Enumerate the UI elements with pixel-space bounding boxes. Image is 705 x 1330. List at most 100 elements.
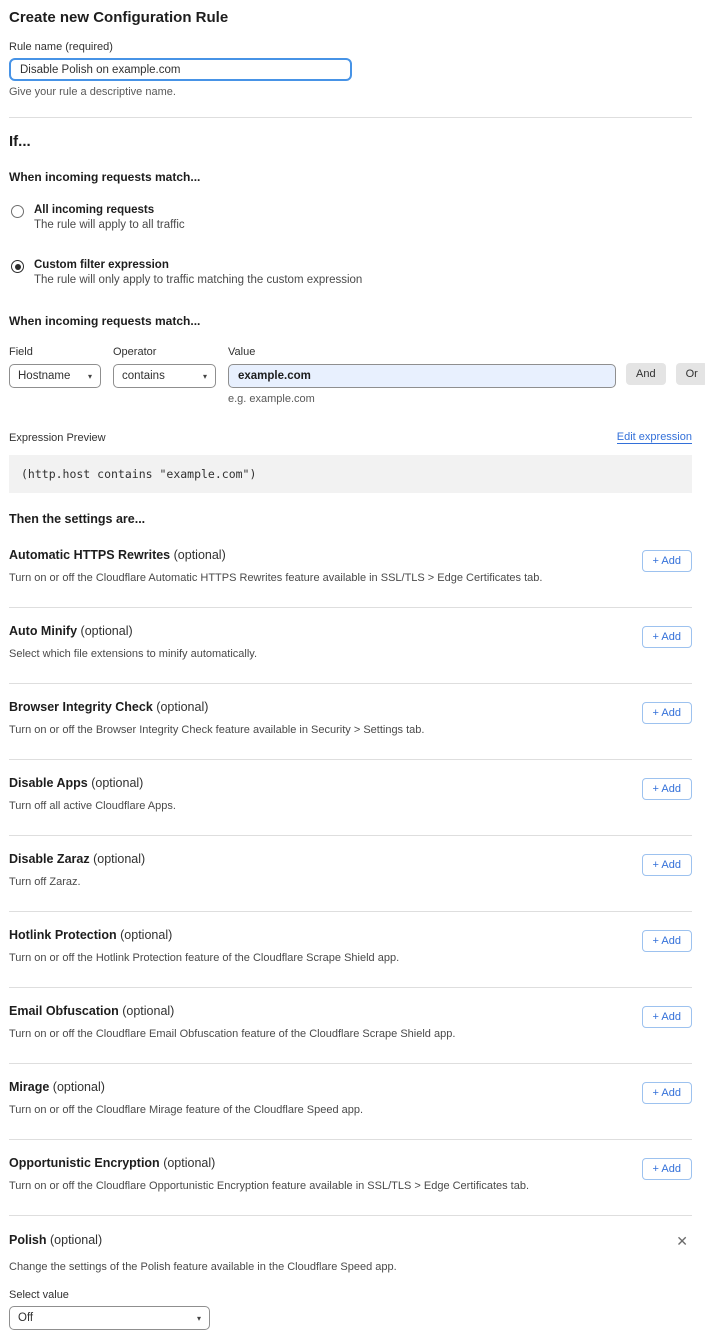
chevron-down-icon: ▾ <box>88 372 92 381</box>
add-button[interactable]: + Add <box>642 550 692 572</box>
add-button[interactable]: + Add <box>642 1006 692 1028</box>
select-value-label: Select value <box>9 1289 692 1301</box>
radio-custom-filter-expression[interactable]: Custom filter expression The rule will o… <box>9 259 692 286</box>
optional-tag: (optional) <box>81 624 133 638</box>
create-configuration-rule-form: Create new Configuration Rule Rule name … <box>0 0 705 1330</box>
radio-unchecked-icon[interactable] <box>11 205 24 218</box>
setting-title: Disable Zaraz (optional) <box>9 852 622 866</box>
operator-label: Operator <box>113 346 216 358</box>
chevron-down-icon: ▾ <box>197 1314 201 1323</box>
setting-description: Turn on or off the Browser Integrity Che… <box>9 724 622 736</box>
expression-builder-heading: When incoming requests match... <box>9 314 692 328</box>
setting-text: Opportunistic Encryption (optional) Turn… <box>9 1156 642 1192</box>
setting-row-browser-integrity-check: Browser Integrity Check (optional) Turn … <box>9 684 692 760</box>
expression-preview-code: (http.host contains "example.com") <box>9 455 692 493</box>
add-button[interactable]: + Add <box>642 702 692 724</box>
add-button[interactable]: + Add <box>642 626 692 648</box>
setting-name: Opportunistic Encryption <box>9 1156 160 1170</box>
setting-description: Turn off Zaraz. <box>9 876 622 888</box>
radio-label: All incoming requests <box>34 204 185 216</box>
optional-tag: (optional) <box>156 700 208 714</box>
operator-select[interactable]: contains ▾ <box>113 364 216 388</box>
setting-title: Disable Apps (optional) <box>9 776 622 790</box>
expression-code-text: (http.host contains "example.com") <box>21 467 256 481</box>
setting-row-auto-minify: Auto Minify (optional) Select which file… <box>9 608 692 684</box>
setting-name: Disable Zaraz <box>9 852 90 866</box>
setting-row-disable-apps: Disable Apps (optional) Turn off all act… <box>9 760 692 836</box>
value-column: Value e.g. example.com <box>228 346 616 405</box>
then-settings-heading: Then the settings are... <box>9 512 692 526</box>
setting-name: Browser Integrity Check <box>9 700 153 714</box>
field-select[interactable]: Hostname ▾ <box>9 364 101 388</box>
setting-text: Automatic HTTPS Rewrites (optional) Turn… <box>9 548 642 584</box>
polish-header: Polish (optional) ✕ <box>9 1233 692 1251</box>
expression-preview-label: Expression Preview <box>9 432 106 444</box>
value-label: Value <box>228 346 616 358</box>
field-select-value: Hostname <box>18 370 70 382</box>
rule-name-input[interactable] <box>9 58 352 81</box>
match-type-radio-group: All incoming requests The rule will appl… <box>9 204 692 286</box>
edit-expression-link[interactable]: Edit expression <box>617 431 692 444</box>
optional-tag: (optional) <box>93 852 145 866</box>
setting-name: Email Obfuscation <box>9 1004 119 1018</box>
setting-text: Browser Integrity Check (optional) Turn … <box>9 700 642 736</box>
setting-row-hotlink-protection: Hotlink Protection (optional) Turn on or… <box>9 912 692 988</box>
optional-tag: (optional) <box>120 928 172 942</box>
field-column: Field Hostname ▾ <box>9 346 101 388</box>
optional-tag: (optional) <box>50 1233 102 1247</box>
setting-description: Turn on or off the Cloudflare Email Obfu… <box>9 1028 622 1040</box>
setting-name: Automatic HTTPS Rewrites <box>9 548 170 562</box>
add-button[interactable]: + Add <box>642 1082 692 1104</box>
setting-row-disable-zaraz: Disable Zaraz (optional) Turn off Zaraz.… <box>9 836 692 912</box>
and-button[interactable]: And <box>626 363 666 385</box>
radio-checked-icon[interactable] <box>11 260 24 273</box>
expression-preview-header: Expression Preview Edit expression <box>9 431 692 444</box>
add-button[interactable]: + Add <box>642 778 692 800</box>
radio-description: The rule will only apply to traffic matc… <box>34 274 362 286</box>
polish-select-value: Off <box>18 1312 33 1324</box>
rule-name-help: Give your rule a descriptive name. <box>9 86 692 98</box>
optional-tag: (optional) <box>91 776 143 790</box>
setting-description: Turn off all active Cloudflare Apps. <box>9 800 622 812</box>
settings-list: Automatic HTTPS Rewrites (optional) Turn… <box>9 532 692 1216</box>
divider <box>9 117 692 118</box>
setting-title: Hotlink Protection (optional) <box>9 928 622 942</box>
or-button[interactable]: Or <box>676 363 705 385</box>
optional-tag: (optional) <box>174 548 226 562</box>
operator-select-value: contains <box>122 370 165 382</box>
setting-text: Disable Zaraz (optional) Turn off Zaraz. <box>9 852 642 888</box>
setting-title: Mirage (optional) <box>9 1080 622 1094</box>
setting-description: Change the settings of the Polish featur… <box>9 1261 692 1273</box>
chevron-down-icon: ▾ <box>203 372 207 381</box>
add-button[interactable]: + Add <box>642 1158 692 1180</box>
setting-title: Auto Minify (optional) <box>9 624 622 638</box>
value-input[interactable] <box>228 364 616 388</box>
radio-all-incoming-requests[interactable]: All incoming requests The rule will appl… <box>9 204 692 231</box>
setting-title: Opportunistic Encryption (optional) <box>9 1156 622 1170</box>
add-button[interactable]: + Add <box>642 854 692 876</box>
radio-description: The rule will apply to all traffic <box>34 219 185 231</box>
setting-text: Hotlink Protection (optional) Turn on or… <box>9 928 642 964</box>
setting-name: Hotlink Protection <box>9 928 117 942</box>
setting-description: Turn on or off the Cloudflare Automatic … <box>9 572 622 584</box>
optional-tag: (optional) <box>53 1080 105 1094</box>
if-heading: If... <box>9 133 692 150</box>
value-help: e.g. example.com <box>228 393 616 405</box>
setting-title: Automatic HTTPS Rewrites (optional) <box>9 548 622 562</box>
optional-tag: (optional) <box>163 1156 215 1170</box>
setting-row-automatic-https-rewrites: Automatic HTTPS Rewrites (optional) Turn… <box>9 532 692 608</box>
setting-text: Auto Minify (optional) Select which file… <box>9 624 642 660</box>
setting-title: Polish (optional) <box>9 1233 102 1247</box>
setting-name: Polish <box>9 1233 47 1247</box>
setting-name: Mirage <box>9 1080 49 1094</box>
setting-row-polish-expanded: Polish (optional) ✕ Change the settings … <box>9 1216 692 1330</box>
setting-text: Mirage (optional) Turn on or off the Clo… <box>9 1080 642 1116</box>
field-label: Field <box>9 346 101 358</box>
close-icon[interactable]: ✕ <box>672 1233 692 1251</box>
operator-column: Operator contains ▾ <box>113 346 216 388</box>
add-button[interactable]: + Add <box>642 930 692 952</box>
setting-description: Turn on or off the Hotlink Protection fe… <box>9 952 622 964</box>
polish-value-select[interactable]: Off ▾ <box>9 1306 210 1330</box>
setting-row-opportunistic-encryption: Opportunistic Encryption (optional) Turn… <box>9 1140 692 1216</box>
setting-description: Turn on or off the Cloudflare Opportunis… <box>9 1180 622 1192</box>
